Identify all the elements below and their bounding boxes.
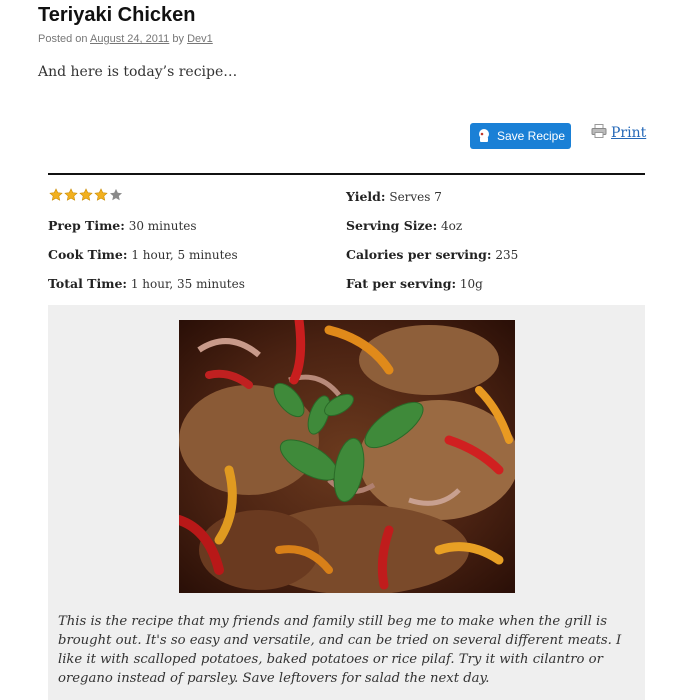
serving-size-label: Serving Size: [346, 218, 438, 233]
fat-label: Fat per serving: [346, 276, 457, 291]
prep-time-label: Prep Time: [48, 218, 125, 233]
printer-icon [591, 124, 607, 142]
yield-value: Serves 7 [389, 190, 442, 204]
prep-time: Prep Time: 30 minutes [48, 218, 197, 233]
intro-text: And here is today’s recipe… [38, 64, 238, 80]
calories: Calories per serving: 235 [346, 247, 518, 262]
fat-value: 10g [459, 277, 483, 291]
total-time-label: Total Time: [48, 276, 128, 291]
by-text: by [172, 33, 184, 45]
post-date-link[interactable]: August 24, 2011 [90, 33, 169, 45]
posted-prefix: Posted on [38, 33, 88, 45]
star-icon [94, 188, 108, 202]
page-title: Teriyaki Chicken [38, 4, 196, 26]
recipe-photo [179, 320, 515, 593]
save-recipe-button[interactable]: Save Recipe [470, 123, 571, 149]
author-link[interactable]: Dev1 [187, 33, 213, 45]
print-link[interactable]: Print [591, 124, 646, 142]
calories-label: Calories per serving: [346, 247, 492, 262]
calories-value: 235 [495, 248, 519, 262]
serving-size-value: 4oz [441, 219, 463, 233]
save-recipe-label: Save Recipe [496, 129, 566, 143]
cook-time: Cook Time: 1 hour, 5 minutes [48, 247, 238, 262]
cook-time-value: 1 hour, 5 minutes [131, 248, 238, 262]
total-time: Total Time: 1 hour, 35 minutes [48, 276, 245, 291]
star-empty-icon [109, 188, 123, 202]
star-icon [79, 188, 93, 202]
yield: Yield: Serves 7 [346, 189, 442, 204]
cook-time-label: Cook Time: [48, 247, 128, 262]
fat: Fat per serving: 10g [346, 276, 483, 291]
star-icon [49, 188, 63, 202]
star-icon [64, 188, 78, 202]
total-time-value: 1 hour, 35 minutes [130, 277, 245, 291]
recipe-description: This is the recipe that my friends and f… [58, 614, 622, 686]
print-label: Print [611, 125, 647, 141]
serving-size: Serving Size: 4oz [346, 218, 462, 233]
star-rating [49, 188, 123, 202]
recipe-divider [48, 173, 645, 175]
post-meta: Posted on August 24, 2011 by Dev1 [38, 33, 213, 45]
prep-time-value: 30 minutes [128, 219, 197, 233]
yield-label: Yield: [346, 189, 386, 204]
chef-hat-icon [476, 128, 492, 144]
